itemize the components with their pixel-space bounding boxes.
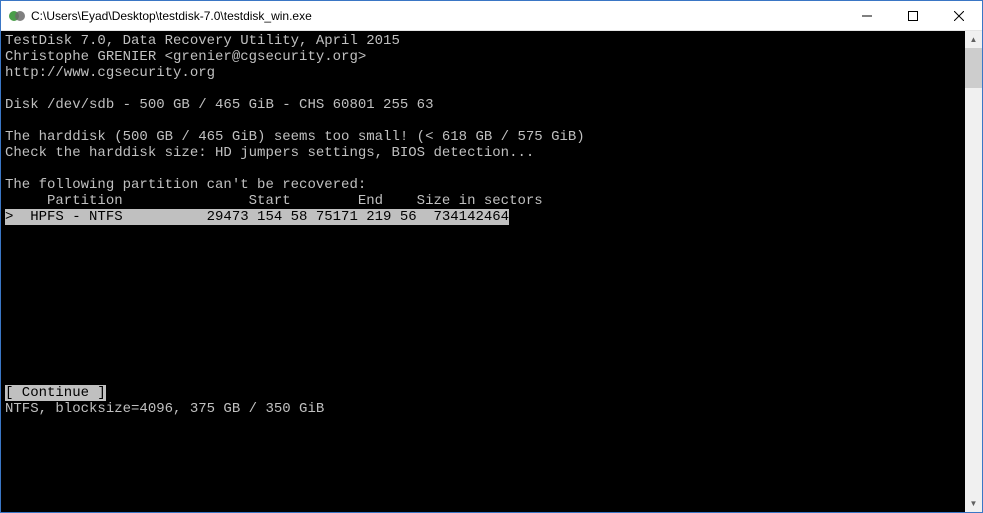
vertical-scrollbar[interactable]: ▲ ▼ <box>965 31 982 512</box>
continue-button[interactable]: [ Continue ] <box>5 385 106 401</box>
line-disk-info: Disk /dev/sdb - 500 GB / 465 GiB - CHS 6… <box>5 97 433 113</box>
console-output[interactable]: TestDisk 7.0, Data Recovery Utility, Apr… <box>1 31 965 512</box>
window-title: C:\Users\Eyad\Desktop\testdisk-7.0\testd… <box>31 9 844 23</box>
maximize-button[interactable] <box>890 1 936 30</box>
line-columns: Partition Start End Size in sectors <box>5 193 543 209</box>
line-url: http://www.cgsecurity.org <box>5 65 215 81</box>
line-footer-info: NTFS, blocksize=4096, 375 GB / 350 GiB <box>5 401 324 417</box>
window-controls <box>844 1 982 30</box>
close-button[interactable] <box>936 1 982 30</box>
app-icon <box>9 8 25 24</box>
titlebar[interactable]: C:\Users\Eyad\Desktop\testdisk-7.0\testd… <box>1 1 982 31</box>
partition-row-selected[interactable]: > HPFS - NTFS 29473 154 58 75171 219 56 … <box>5 209 509 225</box>
minimize-button[interactable] <box>844 1 890 30</box>
scroll-up-icon[interactable]: ▲ <box>965 31 982 48</box>
line-version: TestDisk 7.0, Data Recovery Utility, Apr… <box>5 33 400 49</box>
console-area: TestDisk 7.0, Data Recovery Utility, Apr… <box>1 31 982 512</box>
line-warning-size: The harddisk (500 GB / 465 GiB) seems to… <box>5 129 585 145</box>
app-window: C:\Users\Eyad\Desktop\testdisk-7.0\testd… <box>0 0 983 513</box>
scroll-thumb[interactable] <box>965 48 982 88</box>
line-warning-check: Check the harddisk size: HD jumpers sett… <box>5 145 534 161</box>
scroll-down-icon[interactable]: ▼ <box>965 495 982 512</box>
line-recover-header: The following partition can't be recover… <box>5 177 366 193</box>
line-author: Christophe GRENIER <grenier@cgsecurity.o… <box>5 49 366 65</box>
